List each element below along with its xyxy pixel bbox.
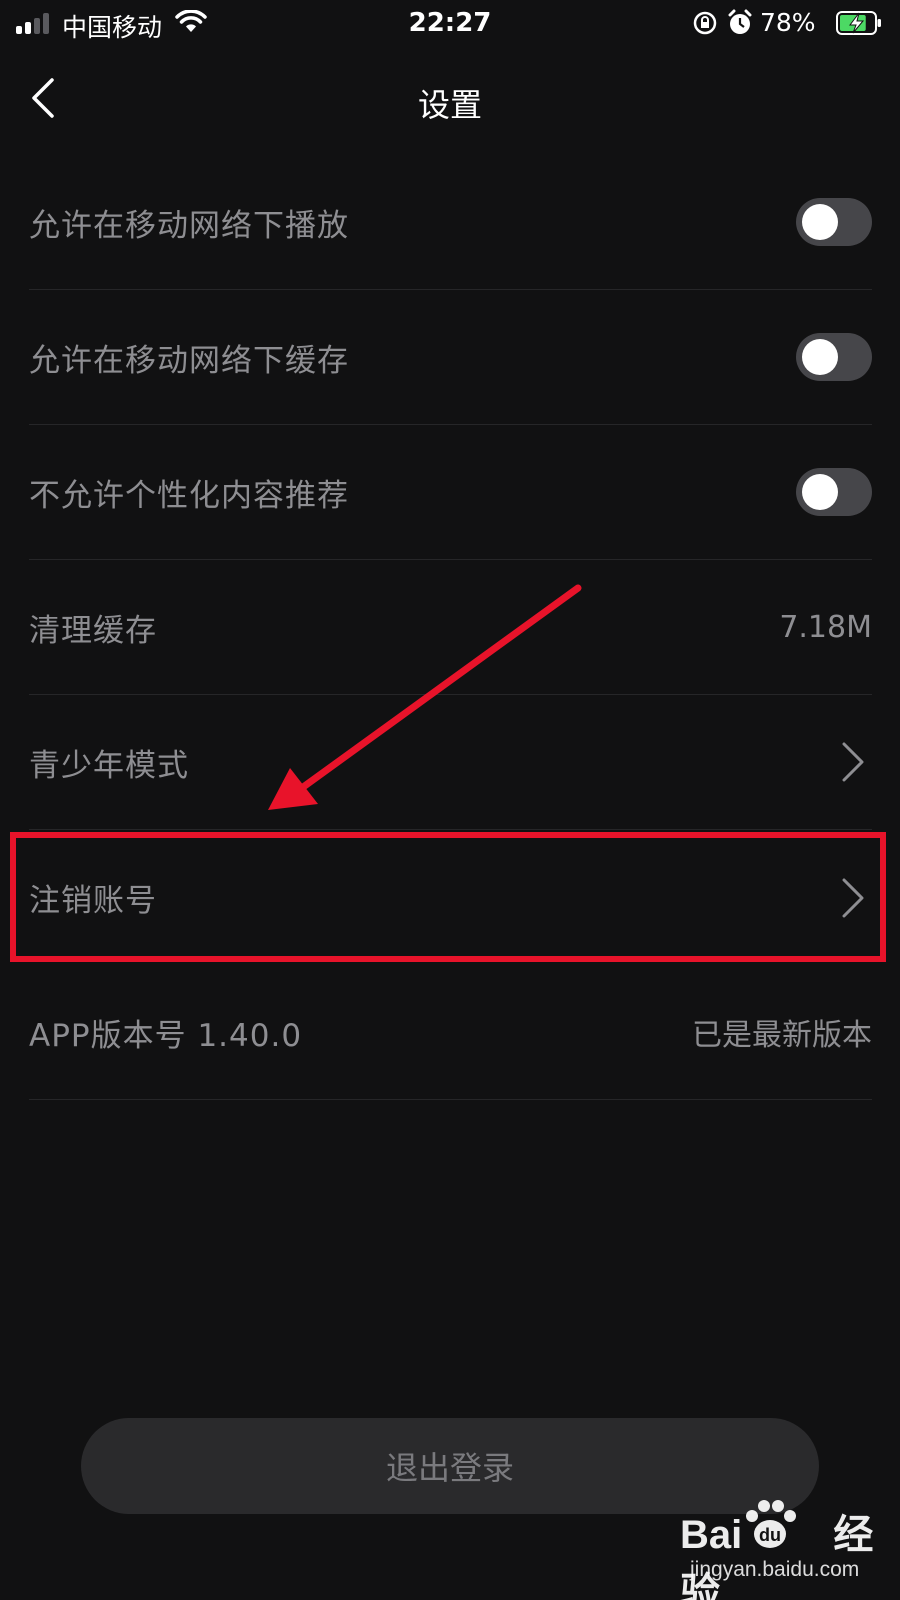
page-title: 设置 [417, 86, 482, 124]
setting-label: 青少年模式 [29, 747, 189, 784]
setting-label: 清理缓存 [29, 612, 157, 649]
toggle-knob [802, 339, 838, 375]
setting-app-version[interactable]: APP版本号 1.40.0 已是最新版本 [29, 965, 872, 1100]
setting-mobile-play: 允许在移动网络下播放 [29, 155, 872, 290]
setting-teen-mode[interactable]: 青少年模式 [29, 695, 872, 830]
no-personalized-toggle[interactable] [796, 468, 872, 516]
setting-label: 允许在移动网络下缓存 [29, 342, 349, 379]
orientation-lock-icon [693, 11, 717, 35]
setting-label: 允许在移动网络下播放 [29, 207, 349, 244]
setting-no-personalized: 不允许个性化内容推荐 [29, 425, 872, 560]
watermark-url: jingyan.baidu.com [690, 1558, 860, 1581]
baidu-jingyan-watermark: du Bai 经验 jingyan.baidu.com [680, 1498, 890, 1600]
annotation-highlight-box [10, 832, 886, 962]
chevron-right-icon [842, 742, 864, 782]
setting-label: APP版本号 1.40.0 [29, 1017, 303, 1054]
alarm-icon [728, 9, 752, 34]
setting-label: 不允许个性化内容推荐 [29, 477, 349, 514]
status-bar: 中国移动 22:27 78% [0, 0, 900, 48]
toggle-knob [802, 204, 838, 240]
setting-mobile-cache: 允许在移动网络下缓存 [29, 290, 872, 425]
setting-clear-cache[interactable]: 清理缓存 7.18M [29, 560, 872, 695]
version-status: 已是最新版本 [692, 1018, 872, 1053]
mobile-play-toggle[interactable] [796, 198, 872, 246]
battery-charging-icon [836, 11, 881, 35]
toggle-knob [802, 474, 838, 510]
nav-bar: 设置 [0, 60, 900, 140]
cache-size: 7.18M [779, 609, 872, 645]
mobile-cache-toggle[interactable] [796, 333, 872, 381]
battery-percentage: 78% [760, 8, 816, 37]
watermark-brand: Bai 经验 [680, 1513, 874, 1600]
